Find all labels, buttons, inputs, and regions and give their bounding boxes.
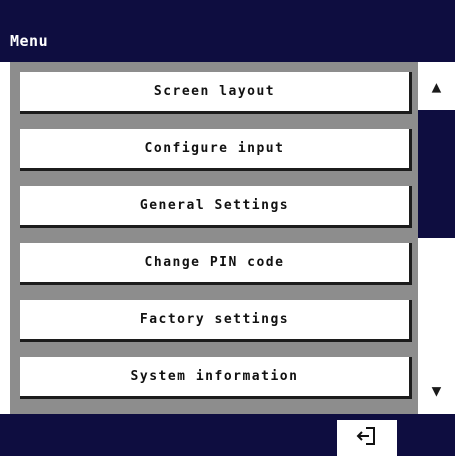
menu-screen: Menu Screen layout Configure input Gener… (0, 0, 455, 456)
change-pin-code-button[interactable]: Change PIN code (20, 243, 412, 285)
factory-settings-button[interactable]: Factory settings (20, 300, 412, 342)
configure-input-button[interactable]: Configure input (20, 129, 412, 171)
exit-arrow-icon (356, 425, 378, 451)
scrollbar[interactable]: ▲ ▼ (418, 62, 455, 414)
system-information-button[interactable]: System information (20, 357, 412, 399)
scroll-up-button[interactable]: ▲ (418, 62, 455, 110)
triangle-down-icon: ▼ (431, 380, 442, 400)
scroll-down-button[interactable]: ▼ (418, 366, 455, 414)
screen-layout-button[interactable]: Screen layout (20, 72, 412, 114)
scroll-thumb[interactable] (418, 110, 455, 238)
general-settings-button[interactable]: General Settings (20, 186, 412, 228)
exit-button[interactable] (337, 420, 397, 456)
title-bar: Menu (0, 0, 455, 62)
triangle-up-icon: ▲ (431, 76, 442, 96)
bottom-bar (0, 414, 455, 456)
page-title: Menu (10, 32, 49, 50)
menu-list: Screen layout Configure input General Se… (10, 62, 418, 414)
